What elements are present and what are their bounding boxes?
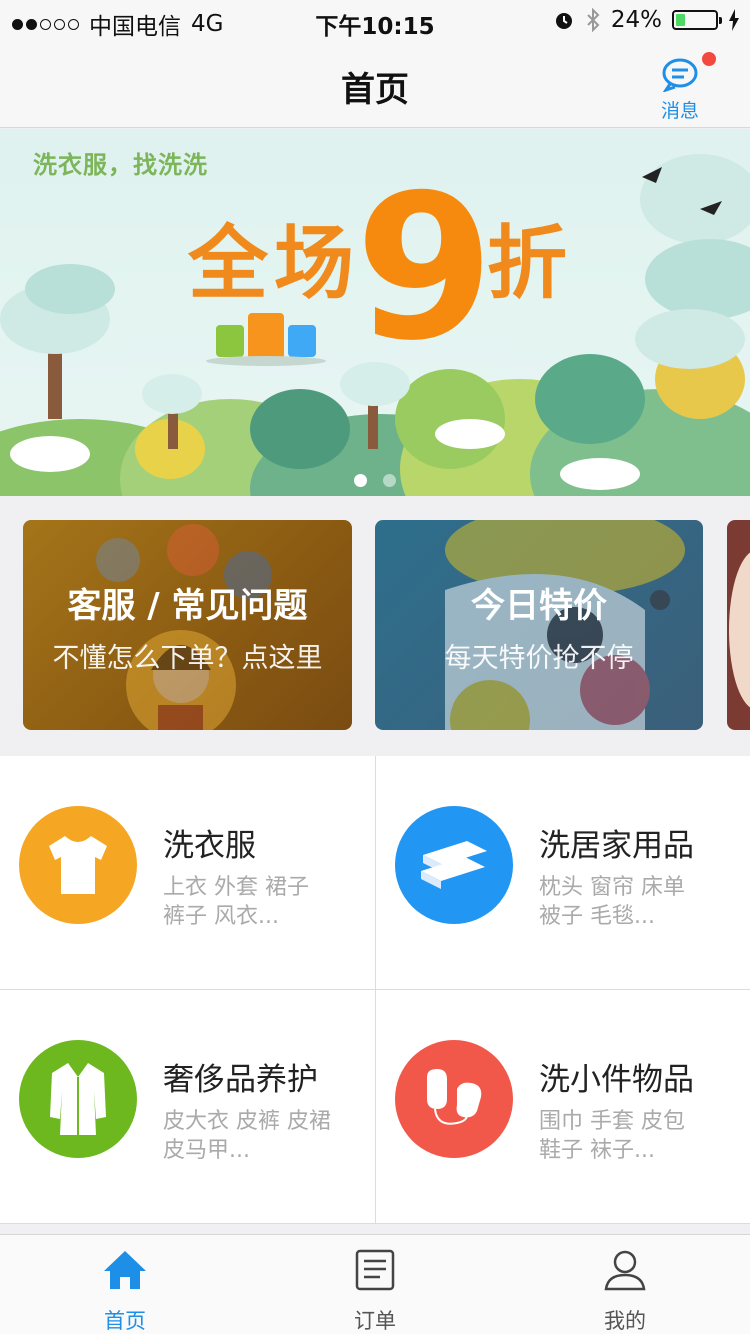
- message-bubble-icon: [662, 58, 698, 93]
- service-description: 上衣 外套 裙子 裤子 风衣...: [163, 873, 363, 931]
- service-desc-line: 被子 毛毯...: [539, 904, 655, 929]
- service-name: 洗衣服: [163, 828, 256, 864]
- tab-orders[interactable]: 订单: [250, 1235, 500, 1334]
- tab-label: 订单: [354, 1309, 396, 1333]
- tab-profile[interactable]: 我的: [500, 1235, 750, 1334]
- banner-promo-suffix: 折: [487, 217, 567, 310]
- service-icon-circle: [19, 1040, 137, 1158]
- service-desc-line: 皮马甲...: [163, 1138, 250, 1163]
- service-desc-line: 裤子 风衣...: [163, 904, 279, 929]
- pager-dot-active[interactable]: [354, 474, 367, 487]
- service-desc-line: 枕头 窗帘 床单: [539, 875, 685, 900]
- tab-bar: 首页 订单 我的: [0, 1234, 750, 1334]
- tab-home[interactable]: 首页: [0, 1235, 250, 1334]
- service-desc-line: 围巾 手套 皮包: [539, 1109, 685, 1134]
- card-subtitle: 每天特价抢不停: [444, 643, 634, 674]
- promo-banner[interactable]: 洗衣服，找洗洗 全场 9 折: [0, 129, 750, 496]
- service-icon-circle: [395, 806, 513, 924]
- service-name: 洗居家用品: [539, 828, 694, 864]
- charging-icon: [729, 9, 739, 31]
- services-grid: 洗衣服 上衣 外套 裙子 裤子 风衣... 洗居家用品 枕头 窗帘 床单 被子 …: [0, 756, 750, 1224]
- service-description: 皮大衣 皮裤 皮裙 皮马甲...: [163, 1107, 363, 1165]
- service-home-items[interactable]: 洗居家用品 枕头 窗帘 床单 被子 毛毯...: [375, 756, 750, 990]
- daily-deal-card[interactable]: 今日特价 每天特价抢不停: [375, 520, 703, 730]
- promo-cards: 客服 / 常见问题 不懂怎么下单？点这里 今日特价 每天特价抢不停: [0, 496, 750, 754]
- card-subtitle: 不懂怎么下单？点这里: [52, 643, 323, 674]
- status-right: 24%: [553, 7, 740, 33]
- banner-promo-number: 9: [355, 152, 495, 385]
- service-description: 枕头 窗帘 床单 被子 毛毯...: [539, 873, 739, 931]
- banner-promo-prefix: 全场: [188, 217, 360, 310]
- service-icon-circle: [395, 1040, 513, 1158]
- profile-icon: [604, 1250, 646, 1291]
- nav-bar: 首页 消息: [0, 40, 750, 128]
- service-wash-clothes[interactable]: 洗衣服 上衣 外套 裙子 裤子 风衣...: [0, 756, 375, 990]
- banner-pager[interactable]: [0, 474, 750, 487]
- customer-service-card[interactable]: 客服 / 常见问题 不懂怎么下单？点这里: [23, 520, 352, 730]
- service-desc-line: 皮大衣 皮裤 皮裙: [163, 1109, 331, 1134]
- partial-card-illustration: [729, 552, 750, 708]
- service-description: 围巾 手套 皮包 鞋子 袜子...: [539, 1107, 739, 1165]
- battery-percent: 24%: [610, 7, 662, 33]
- pager-dot[interactable]: [383, 474, 396, 487]
- service-icon-circle: [19, 806, 137, 924]
- status-bar: 中国电信 4G 下午10:15 24%: [0, 0, 750, 40]
- service-name: 洗小件物品: [539, 1062, 694, 1098]
- messages-button[interactable]: 消息: [652, 52, 716, 122]
- service-desc-line: 鞋子 袜子...: [539, 1138, 655, 1163]
- service-name: 奢侈品养护: [163, 1062, 318, 1098]
- home-icon: [104, 1251, 146, 1289]
- page-title: 首页: [341, 70, 409, 110]
- folded-towels-icon: [421, 841, 487, 889]
- service-luxury-care[interactable]: 奢侈品养护 皮大衣 皮裤 皮裙 皮马甲...: [0, 990, 375, 1224]
- battery-icon: [672, 10, 722, 30]
- tab-label: 我的: [604, 1309, 646, 1333]
- shirt-icon: [49, 836, 107, 894]
- service-desc-line: 上衣 外套 裙子: [163, 875, 309, 900]
- card-title: 今日特价: [471, 586, 607, 626]
- messages-label: 消息: [660, 100, 699, 122]
- partial-card[interactable]: [727, 520, 750, 730]
- alarm-icon: [555, 13, 572, 29]
- order-icon: [355, 1249, 395, 1291]
- tab-label: 首页: [104, 1309, 146, 1333]
- banner-slogan: 洗衣服，找洗洗: [33, 151, 208, 179]
- coat-icon: [50, 1063, 106, 1135]
- mittens-icon: [427, 1069, 482, 1125]
- service-small-items[interactable]: 洗小件物品 围巾 手套 皮包 鞋子 袜子...: [375, 990, 750, 1224]
- bluetooth-icon: [587, 8, 600, 32]
- card-title: 客服 / 常见问题: [67, 586, 308, 626]
- unread-badge: [702, 52, 716, 66]
